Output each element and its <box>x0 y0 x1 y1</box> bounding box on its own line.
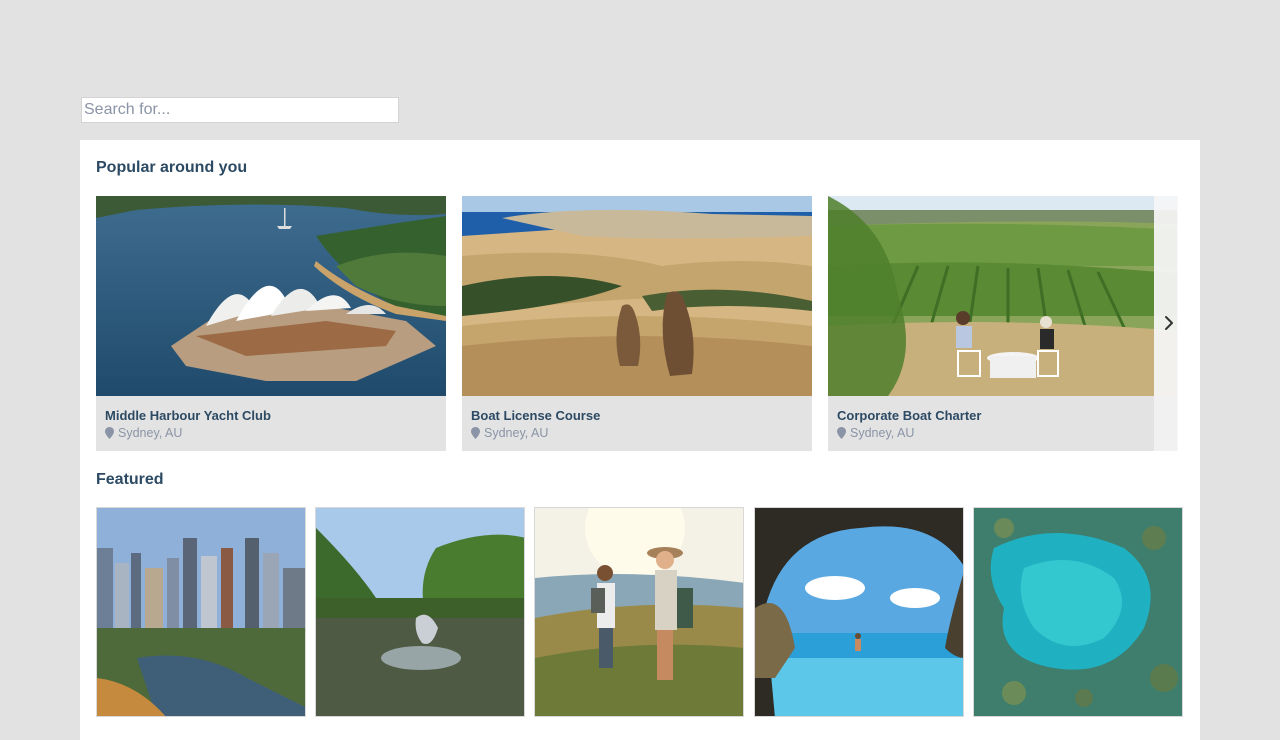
card-location-text: Sydney, AU <box>118 426 183 440</box>
card-title: Boat License Course <box>471 408 601 423</box>
chevron-right-icon <box>1165 316 1173 330</box>
card-image-opera-house <box>96 196 446 396</box>
card-location-text: Sydney, AU <box>850 426 915 440</box>
featured-tile-hikers[interactable] <box>534 507 744 717</box>
popular-card[interactable]: Boat License Course Sydney, AU <box>462 196 812 451</box>
map-pin-icon <box>105 427 114 439</box>
carousel-next-button[interactable] <box>1158 310 1180 336</box>
featured-tile-sea-cave[interactable] <box>754 507 964 717</box>
popular-card[interactable]: Middle Harbour Yacht Club Sydney, AU <box>96 196 446 451</box>
card-title: Middle Harbour Yacht Club <box>105 408 271 423</box>
popular-carousel: Middle Harbour Yacht Club Sydney, AU Boa… <box>96 196 1177 451</box>
card-location: Sydney, AU <box>105 426 182 440</box>
featured-tile-reef[interactable] <box>973 507 1183 717</box>
card-location-text: Sydney, AU <box>484 426 549 440</box>
popular-section-title: Popular around you <box>96 159 248 176</box>
card-image-kangaroos <box>462 196 812 396</box>
search-input[interactable] <box>81 97 399 123</box>
featured-section-title: Featured <box>96 471 164 488</box>
featured-tile-fish[interactable] <box>315 507 525 717</box>
content-panel: Popular around you Middle Harbour Yacht … <box>80 140 1200 740</box>
card-title: Corporate Boat Charter <box>837 408 982 423</box>
map-pin-icon <box>471 427 480 439</box>
card-location: Sydney, AU <box>471 426 548 440</box>
popular-card[interactable]: Corporate Boat Charter Sydney, AU <box>828 196 1177 451</box>
featured-tile-city[interactable] <box>96 507 306 717</box>
card-image-vineyard <box>828 196 1177 396</box>
map-pin-icon <box>837 427 846 439</box>
card-location: Sydney, AU <box>837 426 914 440</box>
